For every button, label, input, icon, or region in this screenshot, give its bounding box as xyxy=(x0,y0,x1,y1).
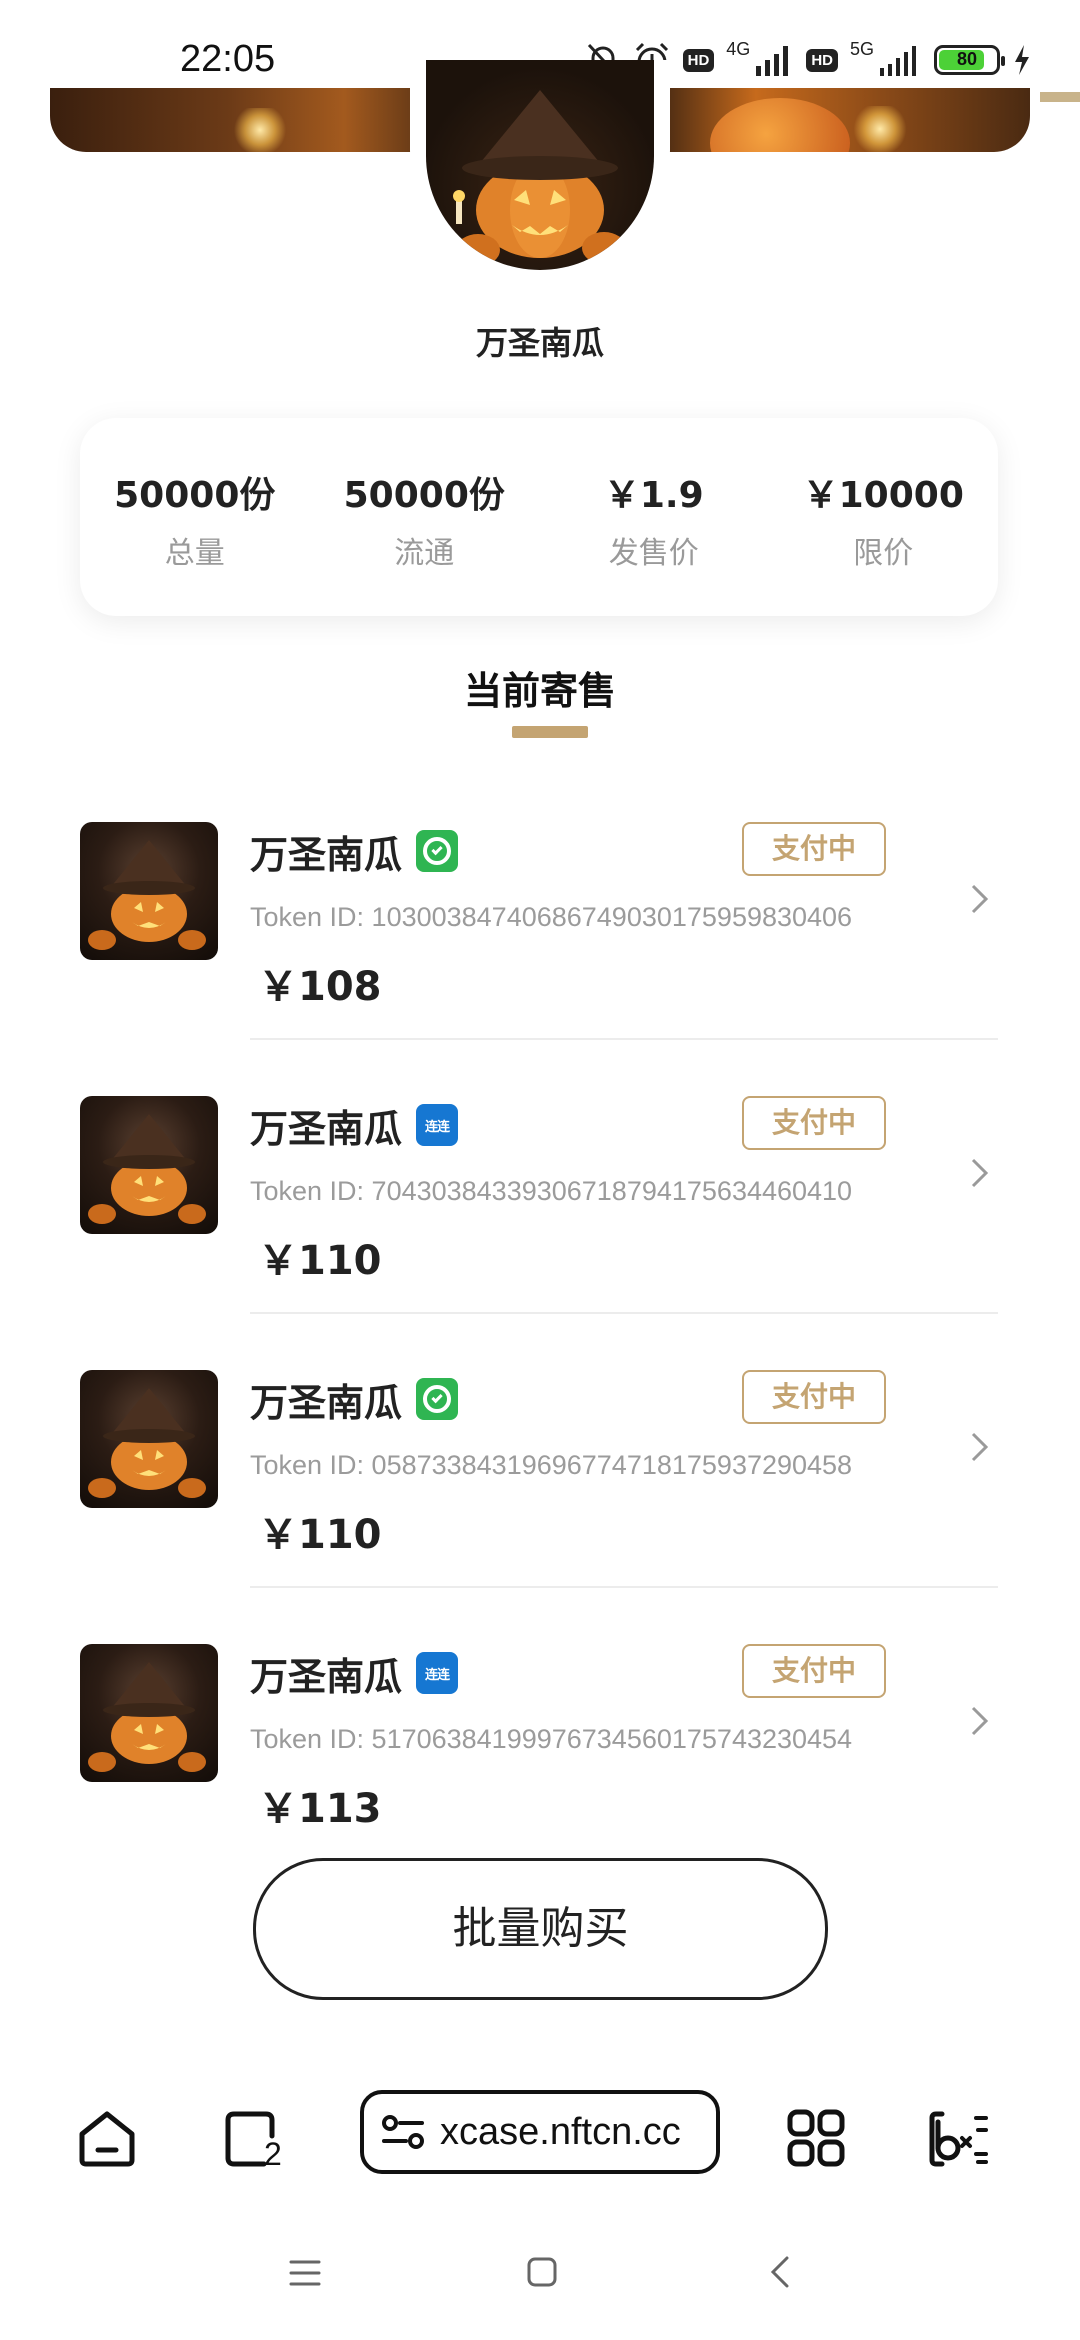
chevron-right-icon xyxy=(971,884,989,914)
home-icon[interactable] xyxy=(76,2108,138,2170)
chain-badge-icon: 连连 xyxy=(416,1104,458,1146)
network-5g-label: 5G xyxy=(849,38,874,59)
stat-value: ￥10000 xyxy=(802,475,964,516)
status-badge: 支付中 xyxy=(742,1370,886,1424)
stat-label: 流通 xyxy=(394,536,455,571)
banner-edge-line xyxy=(1040,92,1080,102)
tabs-button[interactable]: 2 xyxy=(222,2108,292,2172)
hd-badge-1: HD xyxy=(682,48,715,72)
item-thumbnail xyxy=(80,822,218,960)
item-price: ￥113 xyxy=(258,1786,382,1832)
tab-count: 2 xyxy=(264,2136,282,2172)
item-price: ￥110 xyxy=(258,1238,382,1284)
item-thumbnail xyxy=(80,1370,218,1508)
charging-icon xyxy=(1015,45,1029,75)
status-badge: 支付中 xyxy=(742,822,886,876)
ai-assistant-icon[interactable] xyxy=(928,2108,990,2170)
item-name: 万圣南瓜 xyxy=(250,1655,403,1699)
listing-item[interactable]: 万圣南瓜 支付中 Token ID: 103003847406867490301… xyxy=(0,822,1080,1097)
menu-icon[interactable] xyxy=(288,2258,322,2288)
bulk-buy-button[interactable]: 批量购买 xyxy=(253,1858,828,2000)
item-name: 万圣南瓜 xyxy=(250,1381,403,1425)
stat-value: 50000份 xyxy=(343,475,505,516)
signal-icon xyxy=(756,46,789,76)
status-badge: 支付中 xyxy=(742,1644,886,1698)
stat-price-limit: ￥10000 限价 xyxy=(769,418,999,616)
chain-badge-label: 连连 xyxy=(424,1667,450,1683)
token-id: Token ID: 058733843196967747181759372904… xyxy=(250,1450,853,1480)
tab-indicator xyxy=(512,726,588,738)
stat-circulation: 50000份 流通 xyxy=(310,418,540,616)
apps-grid-icon[interactable] xyxy=(786,2108,846,2168)
item-thumbnail xyxy=(80,1096,218,1234)
stat-issue-price: ￥1.9 发售价 xyxy=(539,418,769,616)
chain-badge-icon xyxy=(416,1378,458,1420)
chevron-right-icon xyxy=(971,1158,989,1188)
collection-stats-card: 50000份 总量 50000份 流通 ￥1.9 发售价 ￥10000 限价 xyxy=(80,418,998,616)
home-square-icon[interactable] xyxy=(526,2256,558,2288)
battery-icon: 80 xyxy=(934,45,1005,75)
stat-total: 50000份 总量 xyxy=(80,418,310,616)
collection-title: 万圣南瓜 xyxy=(475,324,604,362)
chevron-right-icon xyxy=(971,1706,989,1736)
chain-badge-icon: 连连 xyxy=(416,1652,458,1694)
hd-badge-2: HD xyxy=(806,48,838,72)
item-name: 万圣南瓜 xyxy=(250,1107,403,1151)
site-settings-icon xyxy=(382,2115,424,2149)
item-thumbnail xyxy=(80,1644,218,1782)
chain-badge-icon xyxy=(416,830,458,872)
battery-level: 80 xyxy=(956,49,978,69)
item-name: 万圣南瓜 xyxy=(250,833,403,877)
chain-badge-label: 连连 xyxy=(424,1119,450,1135)
back-icon[interactable] xyxy=(768,2254,792,2290)
listing-item[interactable]: 万圣南瓜 连连 支付中 Token ID: 704303843393067187… xyxy=(0,1096,1080,1371)
stat-value: 50000份 xyxy=(114,475,276,516)
token-id: Token ID: 704303843393067187941756344604… xyxy=(250,1176,853,1206)
divider xyxy=(250,1038,998,1040)
divider xyxy=(250,1312,998,1314)
chevron-right-icon xyxy=(971,1432,989,1462)
token-id: Token ID: 103003847406867490301759598304… xyxy=(250,902,853,932)
network-4g-label: 4G xyxy=(726,38,751,59)
stat-label: 限价 xyxy=(853,536,914,571)
item-price: ￥108 xyxy=(258,964,382,1010)
listing-item[interactable]: 万圣南瓜 支付中 Token ID: 058733843196967747181… xyxy=(0,1370,1080,1645)
stat-label: 发售价 xyxy=(608,536,699,571)
browser-toolbar: 2 xcase.nftcn.cc xyxy=(0,2080,1080,2190)
system-navigation-bar xyxy=(0,2240,1080,2310)
signal-icon xyxy=(880,46,916,76)
url-text: xcase.nftcn.cc xyxy=(440,2110,681,2153)
item-price: ￥110 xyxy=(258,1512,382,1558)
address-bar[interactable]: xcase.nftcn.cc xyxy=(360,2090,720,2174)
tab-current-consignment[interactable]: 当前寄售 xyxy=(0,660,1080,715)
stat-value: ￥1.9 xyxy=(603,475,704,516)
token-id: Token ID: 517063841999767345601757432304… xyxy=(250,1724,853,1754)
status-time: 22:05 xyxy=(180,38,276,80)
stat-label: 总量 xyxy=(164,536,225,571)
divider xyxy=(250,1586,998,1588)
status-badge: 支付中 xyxy=(742,1096,886,1150)
